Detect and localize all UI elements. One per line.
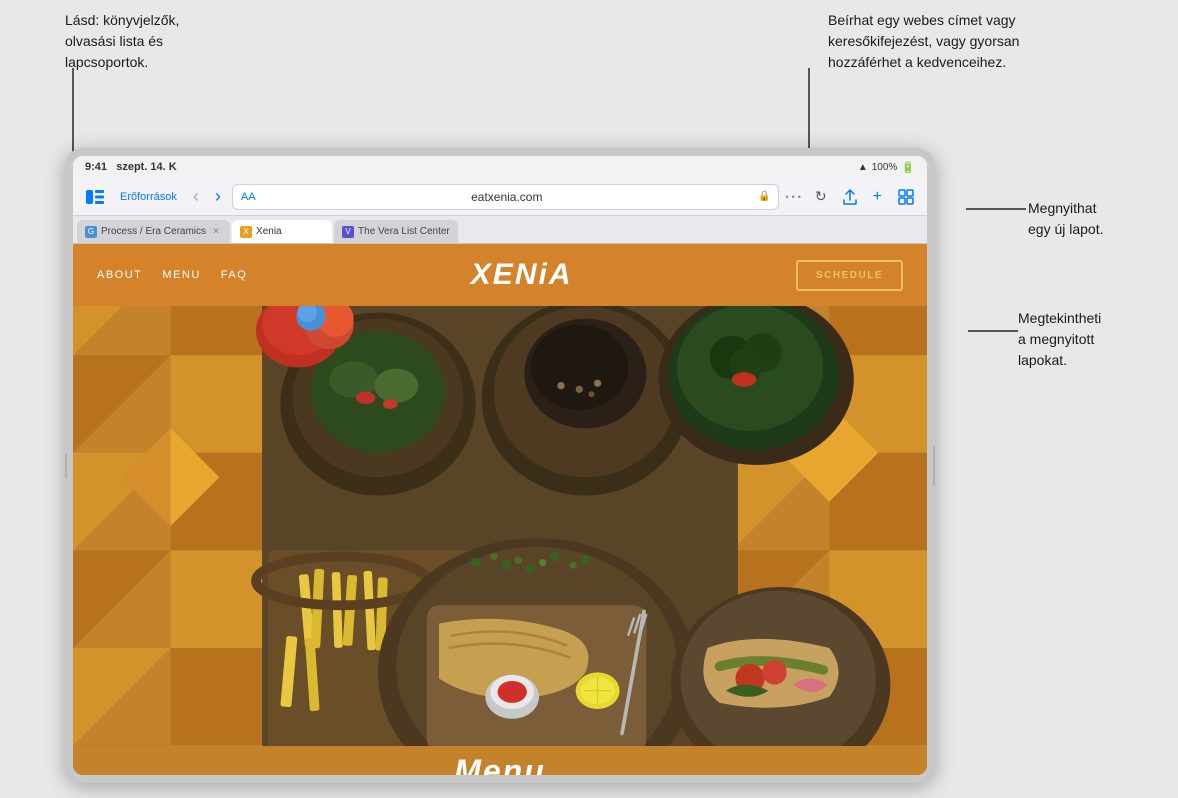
tab-favicon-1: G [85,226,97,238]
site-nav: ABOUT MENU FAQ XENiA SCHEDULE [73,244,927,306]
tab-title-2: Xenia [256,226,324,237]
address-bar[interactable]: AA eatxenia.com 🔒 [232,184,780,210]
status-bar: 9:41 szept. 14. K ▲ 100% 🔋 [73,156,927,178]
tab-title-3: The Vera List Center [358,226,450,237]
tab-process-era[interactable]: G Process / Era Ceramics ✕ [77,220,230,243]
toolbar-more-dots: ••• [785,192,803,202]
status-indicators: ▲ 100% 🔋 [858,161,915,174]
site-logo: XENiA [247,258,796,292]
annotation-tabs-view: Megtekintheti a megnyitott lapokat. [1018,308,1158,371]
tab-xenia[interactable]: X Xenia [232,220,332,243]
tab-close-1[interactable]: ✕ [210,226,222,238]
callout-line-newtab [966,208,1026,210]
sidebar-button[interactable] [81,187,109,207]
site-nav-links: ABOUT MENU FAQ [97,269,247,281]
ipad-screen: 9:41 szept. 14. K ▲ 100% 🔋 [73,156,927,775]
tab-vera-list[interactable]: V The Vera List Center [334,220,458,243]
tab-overview-icon [898,189,914,205]
nav-faq[interactable]: FAQ [221,269,248,281]
ipad-left-button [65,453,67,478]
schedule-button[interactable]: SCHEDULE [796,260,903,291]
hero-svg [73,306,927,746]
share-button[interactable] [838,186,862,208]
resources-label: Erőforrások [115,188,182,206]
annotation-address-bar: Beírhat egy webes címet vagy keresőkifej… [828,10,1048,73]
sidebar-icon [86,190,104,204]
battery-full-icon: 🔋 [901,161,915,174]
tab-favicon-3: V [342,226,354,238]
new-tab-button[interactable]: + [868,185,887,209]
tab-bar: G Process / Era Ceramics ✕ X Xenia V The… [73,216,927,244]
tab-overview-button[interactable] [893,186,919,208]
ipad-frame: 9:41 szept. 14. K ▲ 100% 🔋 [65,148,935,783]
share-icon [843,189,857,205]
annotation-new-tab: Megnyithat egy új lapot. [1028,198,1158,240]
lock-icon: 🔒 [758,191,770,202]
browser-toolbar: Erőforrások ‹ › AA eatxenia.com 🔒 ••• ↻ [73,178,927,216]
site-hero-image [73,306,927,746]
reader-view-button[interactable]: AA [241,191,256,203]
web-content: ABOUT MENU FAQ XENiA SCHEDULE [73,244,927,775]
forward-button[interactable]: › [210,183,226,210]
annotation-bookmarks: Lásd: könyvjelzők, olvasási lista és lap… [65,10,245,73]
ipad-home-button[interactable] [933,446,935,486]
site-bottom-text: Menu [73,746,927,775]
nav-menu[interactable]: MENU [162,269,200,281]
nav-about[interactable]: ABOUT [97,269,142,281]
tab-title-1: Process / Era Ceramics [101,226,206,237]
callout-line-tabs [968,330,1018,332]
battery-icon: 100% [872,162,898,173]
refresh-button[interactable]: ↻ [810,185,832,208]
tab-favicon-2: X [240,226,252,238]
url-display: eatxenia.com [260,190,754,204]
status-time: 9:41 szept. 14. K [85,161,177,173]
callout-line-left-v [72,68,74,156]
wifi-icon: ▲ [858,162,868,173]
back-button[interactable]: ‹ [188,183,204,210]
